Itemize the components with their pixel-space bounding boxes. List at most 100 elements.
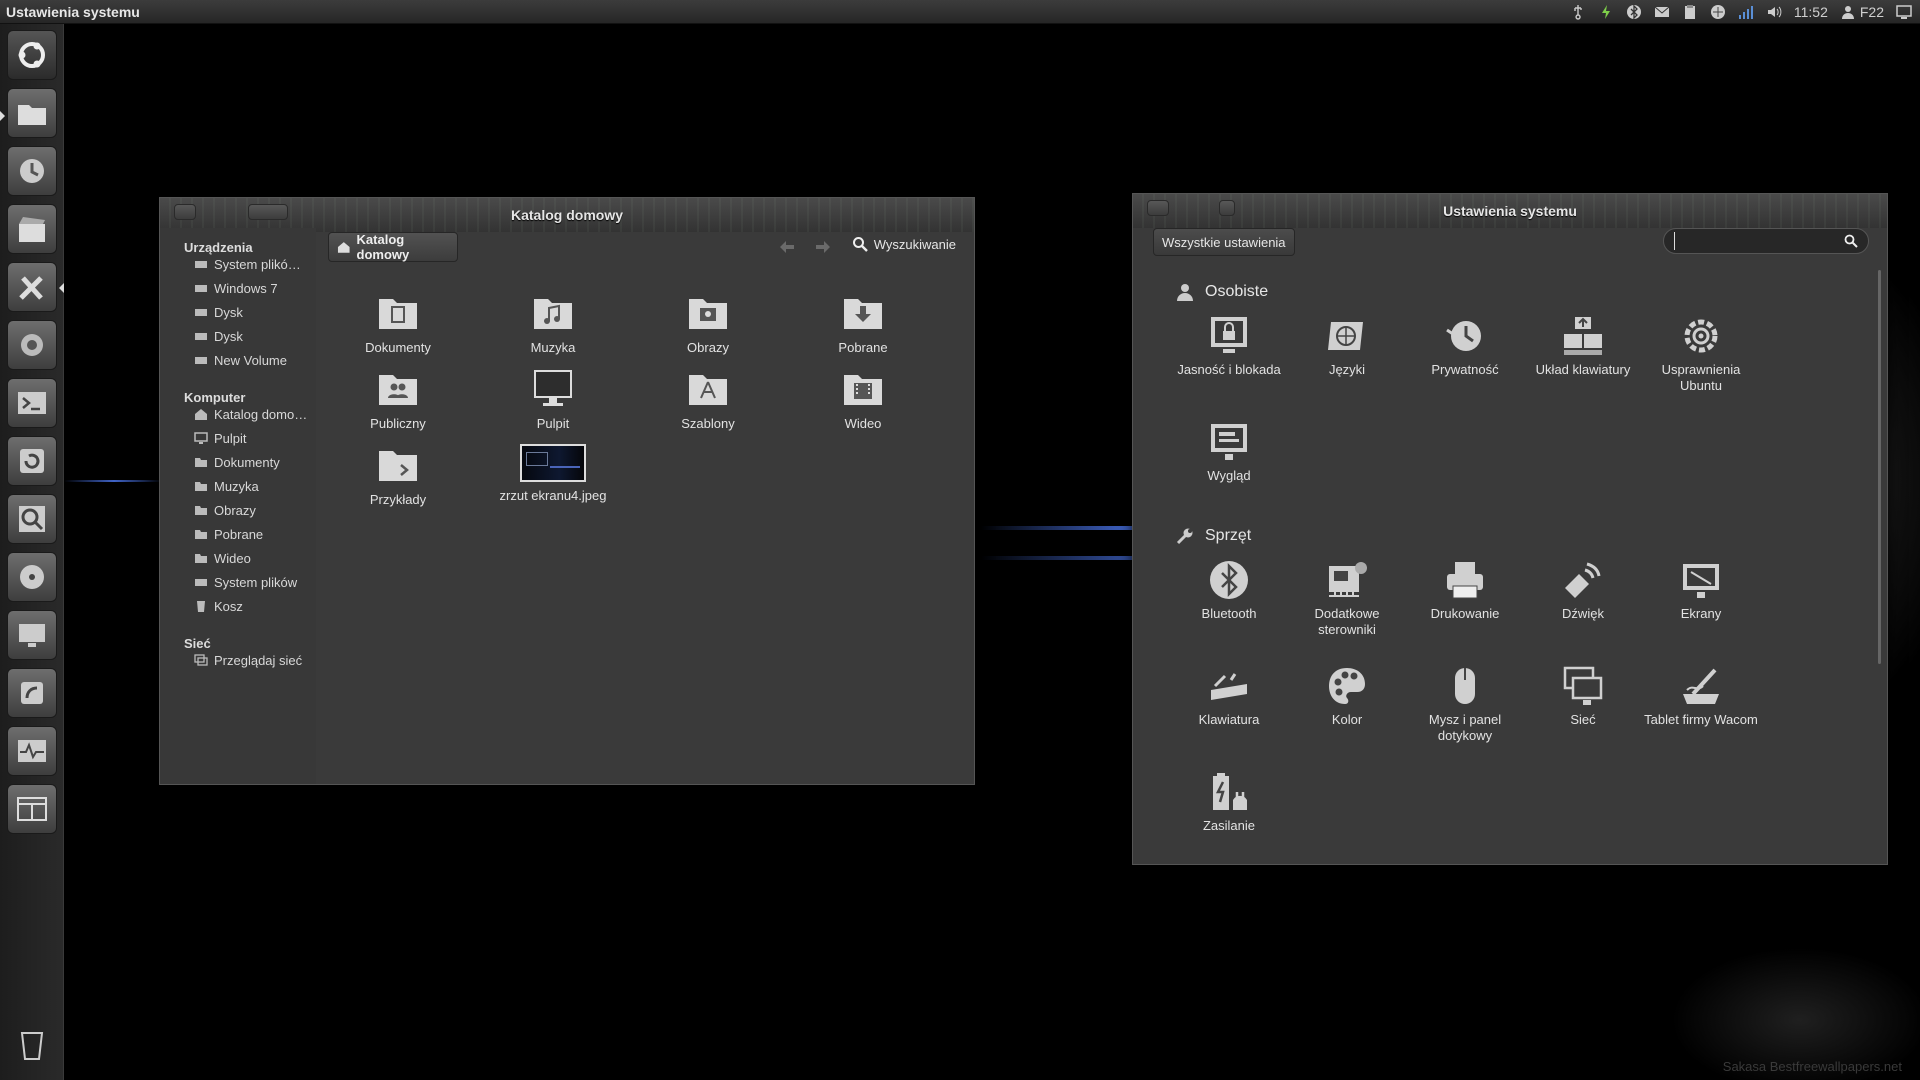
settings-search-input[interactable] <box>1674 232 1839 250</box>
dash-home-button[interactable] <box>7 30 57 80</box>
file-item[interactable]: Przykłady <box>338 440 458 507</box>
window-minimize-button[interactable] <box>248 204 288 220</box>
sidebar-item-home[interactable]: Katalog domo… <box>194 404 316 424</box>
usb-icon[interactable] <box>1570 2 1586 22</box>
files-launcher-icon[interactable] <box>7 88 57 138</box>
sidebar-item-device[interactable]: Dysk <box>194 326 316 346</box>
media-launcher-icon[interactable] <box>7 204 57 254</box>
examples-folder-icon <box>374 440 422 488</box>
settings-item[interactable]: Języki <box>1289 312 1405 378</box>
network-icon <box>194 654 208 666</box>
file-item[interactable]: Muzyka <box>493 288 613 355</box>
power-settings-icon <box>1205 768 1253 816</box>
disk-usage-launcher-icon[interactable] <box>7 494 57 544</box>
sidebar-item-device[interactable]: Dysk <box>194 302 316 322</box>
disks-launcher-icon[interactable] <box>7 552 57 602</box>
file-item[interactable]: Dokumenty <box>338 288 458 355</box>
terminal-launcher-icon[interactable] <box>7 378 57 428</box>
music-folder-icon <box>529 288 577 336</box>
mail-icon[interactable] <box>1654 2 1670 22</box>
wallpaper-credit: Sakasa Bestfreewallpapers.net <box>1722 1059 1902 1074</box>
settings-launcher-icon[interactable] <box>7 262 57 312</box>
forward-button[interactable] <box>812 236 834 258</box>
path-bar-button[interactable]: Katalog domowy <box>328 232 458 262</box>
sidebar-item-downloads[interactable]: Pobrane <box>194 524 316 544</box>
sidebar-item-trash[interactable]: Kosz <box>194 596 316 616</box>
settings-item[interactable]: Układ klawiatury <box>1525 312 1641 378</box>
all-settings-button[interactable]: Wszystkie ustawienia <box>1153 228 1295 256</box>
window-titlebar[interactable]: Ustawienia systemu <box>1133 194 1887 228</box>
network-icon[interactable] <box>1710 2 1726 22</box>
signal-icon[interactable] <box>1738 2 1754 22</box>
volume-icon[interactable] <box>1766 2 1782 22</box>
window-close-button[interactable] <box>1147 200 1169 216</box>
folder-icon <box>195 506 207 515</box>
scrollbar[interactable] <box>1878 270 1881 664</box>
sidebar-item-music[interactable]: Muzyka <box>194 476 316 496</box>
section-header-hardware: Sprzęt <box>1175 526 1251 546</box>
settings-item[interactable]: Tablet firmy Wacom <box>1643 662 1759 728</box>
settings-item[interactable]: Zasilanie <box>1171 768 1287 834</box>
settings-item[interactable]: Wygląd <box>1171 418 1287 484</box>
settings-item[interactable]: Mysz i panel dotykowy <box>1407 662 1523 744</box>
search-icon <box>1844 234 1858 248</box>
file-item[interactable]: Pulpit <box>493 364 613 431</box>
bluetooth-indicator-icon[interactable] <box>1626 2 1642 22</box>
sidebar-item-browse-network[interactable]: Przeglądaj sieć <box>194 650 316 670</box>
session-icon[interactable] <box>1896 2 1912 22</box>
settings-item[interactable]: Sieć <box>1525 662 1641 728</box>
displays-icon <box>1677 556 1725 604</box>
sidebar-item-desktop[interactable]: Pulpit <box>194 428 316 448</box>
settings-item[interactable]: Ekrany <box>1643 556 1759 622</box>
settings-item[interactable]: Prywatność <box>1407 312 1523 378</box>
clipboard-icon[interactable] <box>1682 2 1698 22</box>
display-launcher-icon[interactable] <box>7 610 57 660</box>
trash-launcher-icon[interactable] <box>7 1020 57 1070</box>
folder-icon <box>195 530 207 539</box>
sidebar-item-filesystem[interactable]: System plików <box>194 572 316 592</box>
image-thumbnail <box>520 444 586 482</box>
power-icon[interactable] <box>1598 2 1614 22</box>
settings-item[interactable]: Kolor <box>1289 662 1405 728</box>
update-launcher-icon[interactable] <box>7 146 57 196</box>
sidebar-item-device[interactable]: Windows 7 <box>194 278 316 298</box>
privacy-icon <box>1441 312 1489 360</box>
file-item[interactable]: Pobrane <box>803 288 923 355</box>
keyboard-layout-icon <box>1559 312 1607 360</box>
search-button[interactable]: Wyszukiwanie <box>852 236 956 252</box>
user-menu[interactable]: F22 <box>1840 2 1884 22</box>
tweak-launcher-icon[interactable] <box>7 320 57 370</box>
settings-item[interactable]: Jasność i blokada <box>1171 312 1287 378</box>
wallpaper-line <box>64 480 164 482</box>
mouse-icon <box>1441 662 1489 710</box>
settings-item[interactable]: Drukowanie <box>1407 556 1523 622</box>
clock[interactable]: 11:52 <box>1794 2 1828 22</box>
file-item[interactable]: zrzut ekranu4.jpeg <box>493 444 613 503</box>
file-item[interactable]: Publiczny <box>338 364 458 431</box>
sidebar-item-documents[interactable]: Dokumenty <box>194 452 316 472</box>
active-app-title: Ustawienia systemu <box>6 3 140 20</box>
window-titlebar[interactable]: Katalog domowy <box>160 198 974 232</box>
settings-item[interactable]: Dźwięk <box>1525 556 1641 622</box>
backup-launcher-icon[interactable] <box>7 436 57 486</box>
top-panel: Ustawienia systemu 11:52 F22 <box>0 0 1920 24</box>
file-item[interactable]: Wideo <box>803 364 923 431</box>
startup-launcher-icon[interactable] <box>7 668 57 718</box>
settings-item[interactable]: Usprawnienia Ubuntu <box>1643 312 1759 394</box>
sidebar-item-videos[interactable]: Wideo <box>194 548 316 568</box>
settings-search-field[interactable] <box>1663 228 1869 254</box>
file-manager-window: Katalog domowy Urządzenia System plikó… … <box>159 197 975 785</box>
settings-item[interactable]: Klawiatura <box>1171 662 1287 728</box>
sidebar-item-device[interactable]: System plikó… <box>194 254 316 274</box>
sidebar-item-device[interactable]: New Volume <box>194 350 316 370</box>
settings-item[interactable]: Dodatkowe sterowniki <box>1289 556 1405 638</box>
window-close-button[interactable] <box>174 204 196 220</box>
settings-item[interactable]: Bluetooth <box>1171 556 1287 622</box>
sidebar-item-pictures[interactable]: Obrazy <box>194 500 316 520</box>
window-minimize-button[interactable] <box>1219 200 1235 216</box>
workspaces-launcher-icon[interactable] <box>7 784 57 834</box>
file-item[interactable]: Szablony <box>648 364 768 431</box>
system-monitor-launcher-icon[interactable] <box>7 726 57 776</box>
back-button[interactable] <box>776 236 798 258</box>
file-item[interactable]: Obrazy <box>648 288 768 355</box>
